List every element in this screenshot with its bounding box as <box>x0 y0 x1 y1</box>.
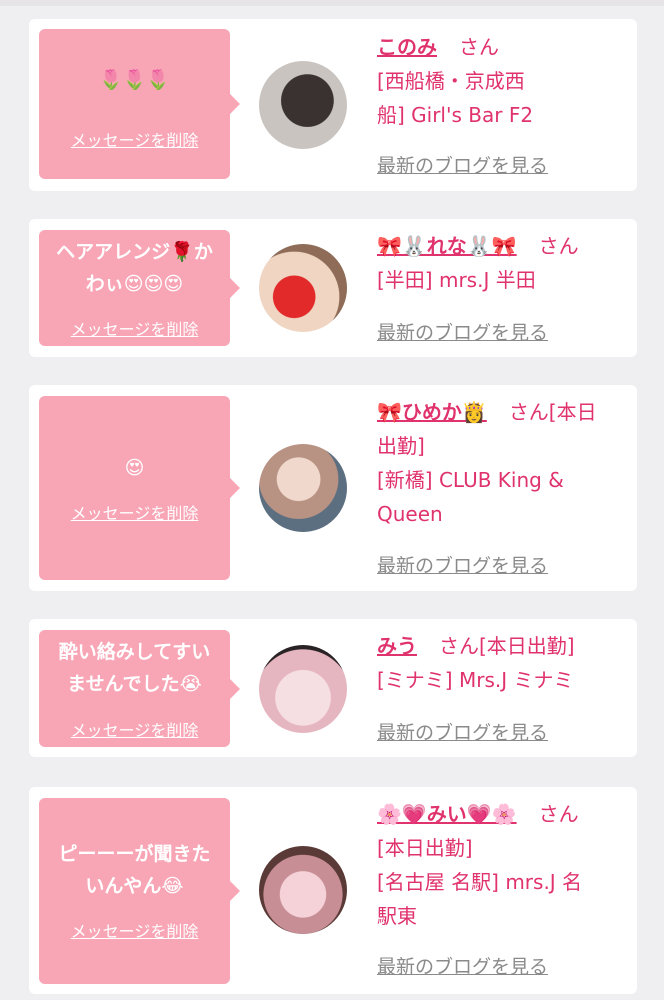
message-text: 🌷🌷🌷 <box>99 69 170 91</box>
delete-message-link[interactable]: メッセージを削除 <box>39 717 230 741</box>
message-bubble: ヘアアレンジ🌹か わぃ😍😍😍 メッセージを削除 <box>39 230 240 346</box>
sender-info: 🎀🐰れな🐰🎀 さん [半田] mrs.J 半田 <box>377 229 625 297</box>
message-text: ピーーーが聞きた いんやん😂 <box>58 843 211 897</box>
avatar[interactable] <box>259 846 347 934</box>
message-bubble: 酔い絡みしてすい ませんでした😭 メッセージを削除 <box>39 630 240 747</box>
sender-name-link[interactable]: このみ <box>377 35 437 59</box>
shop-name: [ミナミ] Mrs.J ミナミ <box>377 668 574 692</box>
shop-name: [半田] mrs.J 半田 <box>377 268 536 292</box>
message-card: ピーーーが聞きた いんやん😂 メッセージを削除 🌸💗みい💗🌸 さん [本日出勤] … <box>29 787 637 994</box>
latest-blog-link[interactable]: 最新のブログを見る <box>377 151 548 178</box>
shop-name: [新橋] CLUB King & Queen <box>377 468 564 526</box>
delete-message-link[interactable]: メッセージを削除 <box>39 316 230 340</box>
avatar[interactable] <box>259 244 347 332</box>
sender-info: みう さん[本日出勤] [ミナミ] Mrs.J ミナミ <box>377 629 625 697</box>
message-card: 😍 メッセージを削除 🎀ひめか👸 さん[本日 出勤] [新橋] CLUB King… <box>29 385 637 591</box>
message-bubble: 😍 メッセージを削除 <box>39 396 240 580</box>
honorific: さん[本日出勤] <box>439 634 575 658</box>
message-bubble: ピーーーが聞きた いんやん😂 メッセージを削除 <box>39 798 240 984</box>
message-text: 酔い絡みしてすい ませんでした😭 <box>58 641 211 695</box>
latest-blog-link[interactable]: 最新のブログを見る <box>377 551 548 578</box>
message-text: 😍 <box>124 457 145 479</box>
latest-blog-link[interactable]: 最新のブログを見る <box>377 318 548 345</box>
sender-info: このみ さん [西船橋・京成西 船] Girl's Bar F2 <box>377 30 625 132</box>
sender-name-link[interactable]: 🎀🐰れな🐰🎀 <box>377 234 517 258</box>
delete-message-link[interactable]: メッセージを削除 <box>39 918 230 942</box>
avatar[interactable] <box>259 61 347 149</box>
sender-name-link[interactable]: 🌸💗みい💗🌸 <box>377 802 517 826</box>
message-card: 🌷🌷🌷 メッセージを削除 このみ さん [西船橋・京成西 船] Girl's Ba… <box>29 19 637 191</box>
delete-message-link[interactable]: メッセージを削除 <box>39 127 230 151</box>
shop-name: [西船橋・京成西 船] Girl's Bar F2 <box>377 69 534 127</box>
honorific: さん <box>538 234 579 258</box>
latest-blog-link[interactable]: 最新のブログを見る <box>377 952 548 979</box>
shop-name: [名古屋 名駅] mrs.J 名 駅東 <box>377 870 583 928</box>
message-card: 酔い絡みしてすい ませんでした😭 メッセージを削除 みう さん[本日出勤] [ミナ… <box>29 619 637 757</box>
honorific: さん <box>459 35 499 59</box>
message-bubble: 🌷🌷🌷 メッセージを削除 <box>39 29 240 179</box>
sender-name-link[interactable]: 🎀ひめか👸 <box>377 400 487 424</box>
avatar[interactable] <box>259 645 347 733</box>
message-card: ヘアアレンジ🌹か わぃ😍😍😍 メッセージを削除 🎀🐰れな🐰🎀 さん [半田] mr… <box>29 219 637 357</box>
sender-info: 🎀ひめか👸 さん[本日 出勤] [新橋] CLUB King & Queen <box>377 395 625 531</box>
message-text: ヘアアレンジ🌹か わぃ😍😍😍 <box>56 241 213 295</box>
avatar[interactable] <box>259 444 347 532</box>
sender-info: 🌸💗みい💗🌸 さん [本日出勤] [名古屋 名駅] mrs.J 名 駅東 <box>377 797 625 933</box>
latest-blog-link[interactable]: 最新のブログを見る <box>377 718 548 745</box>
delete-message-link[interactable]: メッセージを削除 <box>39 500 230 524</box>
sender-name-link[interactable]: みう <box>377 634 417 658</box>
top-border <box>0 0 664 6</box>
